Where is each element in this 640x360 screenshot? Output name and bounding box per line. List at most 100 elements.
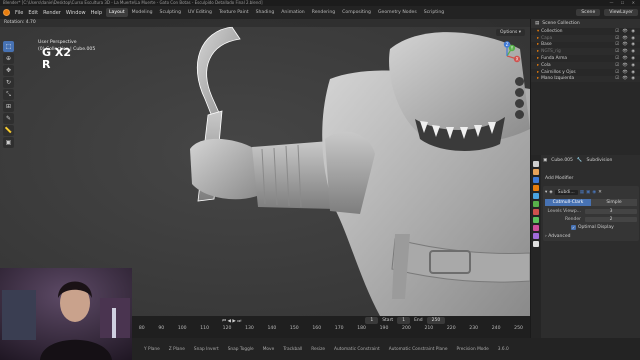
menu-help[interactable]: Help	[91, 10, 102, 16]
menu-render[interactable]: Render	[43, 10, 61, 16]
properties-editor[interactable]: ▣ Cube.005 🔧 Subdivision Add Modifier ▾ …	[530, 155, 640, 338]
object-name[interactable]: Cube.005	[551, 158, 573, 163]
select-box-tool-icon[interactable]: ⬚	[3, 41, 14, 52]
tool-icon[interactable]	[533, 161, 539, 167]
tab-modeling[interactable]: Modeling	[129, 8, 156, 17]
visibility-icons[interactable]: ☑ 👁 ◉	[615, 70, 636, 75]
start-frame-field[interactable]: 1	[397, 317, 411, 324]
tab-geometry-nodes[interactable]: Geometry Nodes	[375, 8, 420, 17]
outliner-row[interactable]: ▸ Funda Arma ☑ 👁 ◉	[531, 55, 640, 62]
options-dropdown[interactable]: Options ▾	[495, 29, 525, 36]
render-properties-icon[interactable]	[533, 169, 539, 175]
visibility-icons[interactable]: ☑ 👁 ◉	[615, 29, 636, 34]
modifier-properties-icon[interactable]	[533, 217, 539, 223]
menu-file[interactable]: File	[15, 10, 23, 16]
menu-edit[interactable]: Edit	[28, 10, 38, 16]
close-icon[interactable]: ✕	[598, 190, 602, 195]
status-hint: Snap Invert	[193, 346, 219, 352]
tab-sculpting[interactable]: Sculpting	[157, 8, 184, 17]
camera-icon[interactable]	[515, 99, 524, 108]
modifier-name-field[interactable]: Subdi...	[554, 189, 578, 195]
add-modifier-button[interactable]: Add Modifier	[543, 174, 639, 183]
tab-texture-paint[interactable]: Texture Paint	[216, 8, 252, 17]
outliner-row[interactable]: ▸ Base ☑ 👁 ◉	[531, 42, 640, 49]
viewport-display-icon[interactable]: ▣	[586, 190, 590, 195]
current-frame-field[interactable]: 1	[365, 317, 379, 324]
add-cube-tool-icon[interactable]: ▣	[3, 137, 14, 148]
constraints-icon[interactable]	[533, 241, 539, 247]
advanced-section[interactable]: › Advanced	[545, 234, 637, 239]
render-icon[interactable]: ◉	[592, 190, 596, 195]
menu-window[interactable]: Window	[66, 10, 86, 16]
render-levels-field[interactable]: 2	[585, 216, 637, 222]
gizmo-y-label: Y	[510, 46, 514, 51]
outliner-row[interactable]: ▸ Mano Izquierda ☑ 👁 ◉	[531, 75, 640, 83]
tick-label: 80	[138, 326, 145, 331]
timeline[interactable]: ⏮ ◀ ▶ ⏭ 1 Start 1 End 250 80 90 100 110 …	[132, 316, 530, 338]
tick-label: 220	[446, 326, 456, 331]
outliner[interactable]: ▤ Scene Collection ▾ Collection ☑ 👁 ◉ ▸ Cap…	[530, 19, 640, 155]
outliner-row[interactable]: ▸ NGTS_rig ☑ 👁 ◉	[531, 48, 640, 56]
object-properties-icon[interactable]	[533, 209, 539, 215]
scale-tool-icon[interactable]: ⤡	[3, 89, 14, 100]
window-title: Blender* [C:\Users\danie\Desktop\Curso E…	[3, 0, 263, 5]
perspective-grid-icon[interactable]	[515, 110, 524, 119]
blender-logo-icon[interactable]	[3, 9, 10, 16]
move-tool-icon[interactable]: ✥	[3, 65, 14, 76]
playback-buttons[interactable]: ⏮ ◀ ▶ ⏭	[222, 318, 241, 324]
physics-icon[interactable]	[533, 233, 539, 239]
transform-tool-icon[interactable]: ⊞	[3, 101, 14, 112]
levels-viewport-field[interactable]: 3	[585, 208, 637, 214]
status-bar: Y Plane Z Plane Snap Invert Snap Toggle …	[132, 338, 640, 360]
status-hint: Y Plane	[144, 346, 160, 352]
tab-animation[interactable]: Animation	[278, 8, 307, 17]
modifier-wrench-icon: 🔧	[576, 158, 583, 163]
particles-icon[interactable]	[533, 225, 539, 231]
view-name: User Perspective	[38, 40, 77, 45]
cursor-tool-icon[interactable]: ⊕	[3, 53, 14, 64]
visibility-icons[interactable]: ☑ 👁 ◉	[615, 76, 636, 81]
timeline-ruler[interactable]: 80 90 100 110 120 130 140 150 160 170 18…	[132, 325, 530, 338]
outliner-row-label: Cola	[541, 62, 551, 68]
status-hint: Automatic Constraint	[334, 346, 380, 352]
optimal-display-checkbox[interactable]: ✓	[571, 225, 576, 230]
viewport-header: Rotation: 4.70	[0, 19, 530, 27]
scene-selectors: Scene ViewLayer	[576, 9, 638, 16]
scene-selector[interactable]: Scene	[576, 9, 601, 16]
pan-hand-icon[interactable]	[515, 88, 524, 97]
tab-scripting[interactable]: Scripting	[421, 8, 447, 17]
tab-uv-editing[interactable]: UV Editing	[185, 8, 215, 17]
outliner-row[interactable]: ▸ Cola ☑ 👁 ◉	[531, 61, 640, 69]
edit-mode-icon[interactable]: ▦	[580, 190, 584, 195]
collapse-chevron-icon[interactable]: ▾	[545, 190, 547, 195]
rotate-tool-icon[interactable]: ↻	[3, 77, 14, 88]
visibility-icons[interactable]: ☑ 👁 ◉	[615, 49, 636, 54]
tab-compositing[interactable]: Compositing	[339, 8, 374, 17]
outliner-row[interactable]: ▸ Capa ☑ 👁 ◉	[531, 34, 640, 42]
catmull-clark-button[interactable]: Catmull-Clark	[545, 199, 591, 206]
view-layer-selector[interactable]: ViewLayer	[604, 9, 638, 16]
end-frame-field[interactable]: 250	[426, 317, 446, 324]
output-properties-icon[interactable]	[533, 177, 539, 183]
zoom-icon[interactable]	[515, 77, 524, 86]
simple-button[interactable]: Simple	[591, 199, 637, 206]
annotate-tool-icon[interactable]: ✎	[3, 113, 14, 124]
scene-properties-icon[interactable]	[533, 193, 539, 199]
view-layer-icon[interactable]	[533, 185, 539, 191]
tab-rendering[interactable]: Rendering	[309, 8, 338, 17]
visibility-icons[interactable]: ☑ 👁 ◉	[615, 63, 636, 68]
world-properties-icon[interactable]	[533, 201, 539, 207]
start-label: Start	[382, 318, 394, 323]
measure-tool-icon[interactable]: 📏	[3, 125, 14, 136]
visibility-icons[interactable]: ☑ 👁 ◉	[615, 56, 636, 61]
workspace-tabs: Layout Modeling Sculpting UV Editing Tex…	[106, 8, 447, 17]
navigation-gizmo-icon[interactable]: X Y Z	[492, 41, 522, 71]
outliner-row[interactable]: ▸ Cairnillos y Ojos ☑ 👁 ◉	[531, 69, 640, 76]
tab-shading[interactable]: Shading	[253, 8, 278, 17]
end-label: End	[414, 318, 423, 323]
visibility-icons[interactable]: ☑ 👁 ◉	[615, 36, 636, 41]
tab-layout[interactable]: Layout	[106, 8, 128, 17]
visibility-icons[interactable]: ☑ 👁 ◉	[615, 42, 636, 47]
outliner-row[interactable]: ▾ Collection ☑ 👁 ◉	[531, 28, 640, 35]
scene-collection-label: Scene Collection	[542, 21, 580, 26]
